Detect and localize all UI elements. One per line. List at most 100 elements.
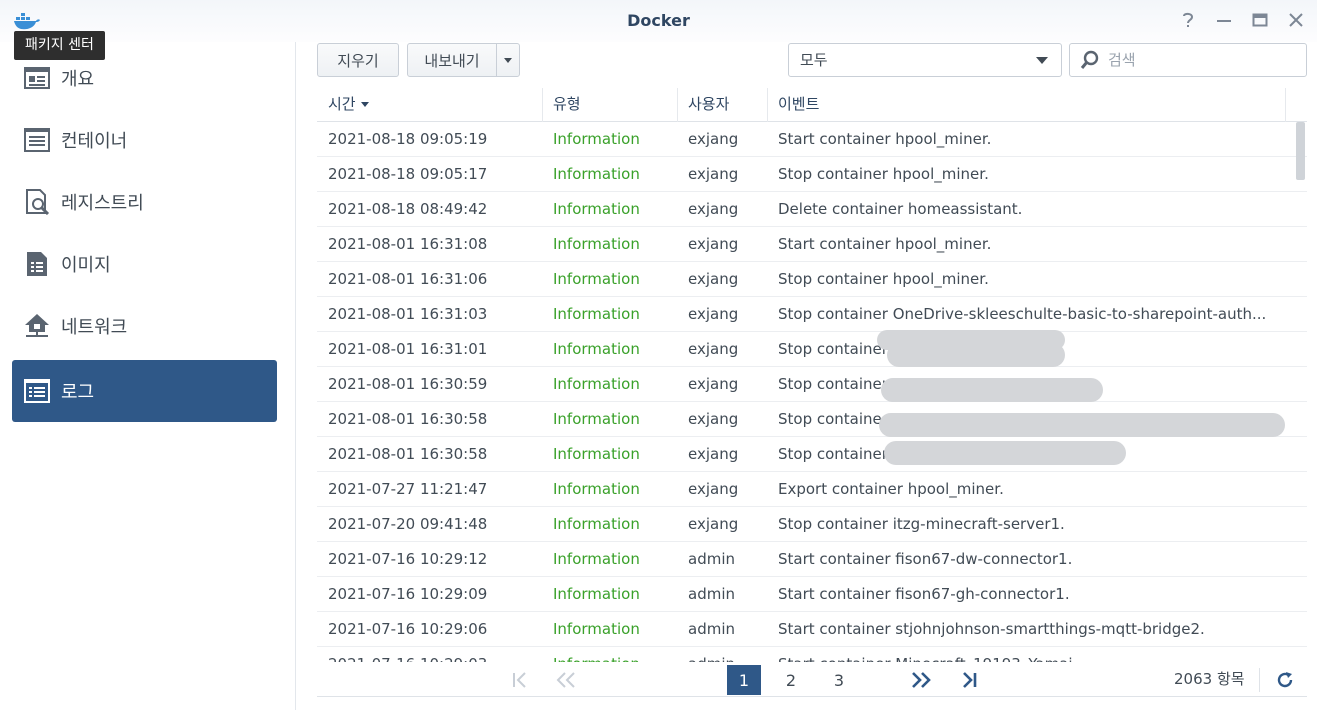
scrollbar-thumb[interactable] (1296, 122, 1305, 180)
log-type: Information (553, 550, 640, 568)
export-dropdown-button[interactable] (496, 43, 520, 77)
package-center-tooltip: 패키지 센터 (14, 31, 105, 60)
redacted-text (884, 441, 1126, 465)
table-row[interactable]: 2021-07-16 10:29:03 Information admin Start… (317, 647, 1307, 662)
table-row[interactable]: 2021-08-01 16:31:08 Information exjang Star… (317, 227, 1307, 262)
log-type: Information (553, 445, 640, 463)
redacted-text (881, 378, 1103, 402)
table-row[interactable]: 2021-07-16 10:29:06 Information admin Start… (317, 612, 1307, 647)
column-header-type[interactable]: 유형 (542, 88, 581, 122)
log-user: admin (688, 620, 735, 638)
caret-down-icon (504, 57, 512, 63)
image-icon (23, 251, 51, 277)
column-header-event[interactable]: 이벤트 (767, 88, 819, 122)
minimize-icon[interactable] (1215, 10, 1233, 30)
refresh-icon[interactable] (1272, 667, 1298, 693)
overview-icon (23, 65, 51, 91)
previous-page-icon[interactable] (551, 665, 581, 695)
log-table-header: 시간 유형 사용자 이벤트 (317, 88, 1307, 122)
column-header-user[interactable]: 사용자 (677, 88, 729, 122)
log-user: exjang (688, 480, 739, 498)
last-page-icon[interactable] (954, 665, 984, 695)
clear-button[interactable]: 지우기 (317, 43, 399, 77)
registry-icon (23, 189, 51, 215)
log-user: exjang (688, 340, 739, 358)
sidebar-item-label: 개요 (61, 69, 95, 90)
table-row[interactable]: 2021-07-20 09:41:48 Information exjang Stop… (317, 507, 1307, 542)
sidebar-item-log[interactable]: 로그 (12, 360, 277, 422)
sidebar-item-image[interactable]: 이미지 (12, 233, 277, 295)
page-1-button[interactable]: 1 (727, 665, 761, 695)
log-event: Start container Minecraft_19193_Yamai (778, 647, 1268, 662)
log-time: 2021-08-01 16:30:58 (328, 410, 488, 428)
log-user: exjang (688, 305, 739, 323)
log-time: 2021-08-01 16:31:01 (328, 340, 488, 358)
maximize-icon[interactable] (1251, 10, 1269, 30)
log-type: Information (553, 270, 640, 288)
log-icon (23, 378, 51, 404)
help-icon[interactable] (1179, 10, 1197, 30)
table-row[interactable]: 2021-08-01 16:31:01 Information exjang Stop… (317, 330, 1307, 367)
log-event: Stop container hpool_miner. (778, 270, 989, 288)
log-type: Information (553, 200, 640, 218)
log-event: Start container fison67-gh-connector1. (778, 585, 1070, 603)
sidebar-item-network[interactable]: 네트워크 (12, 295, 277, 357)
log-user: exjang (688, 445, 739, 463)
table-row[interactable]: 2021-07-16 10:29:12 Information admin Start… (317, 542, 1307, 577)
column-header-time[interactable]: 시간 (317, 88, 369, 122)
log-type: Information (553, 375, 640, 393)
log-time: 2021-07-16 10:29:09 (328, 585, 488, 603)
table-row[interactable]: 2021-08-18 08:49:42 Information exjang Dele… (317, 192, 1307, 227)
sidebar-item-container[interactable]: 컨테이너 (12, 109, 277, 171)
log-event: Stop container OneDrive-skleeschulte-bas… (778, 305, 1267, 323)
table-row[interactable]: 2021-08-18 09:05:17 Information exjang Stop… (317, 157, 1307, 192)
log-user: admin (688, 647, 768, 662)
log-table-body: 2021-08-18 09:05:19 Information exjang Star… (317, 122, 1307, 662)
log-type: Information (553, 620, 640, 638)
total-items-count: 2063 항목 (1174, 670, 1245, 688)
log-time: 2021-08-01 16:30:59 (328, 375, 488, 393)
search-box[interactable] (1069, 43, 1307, 77)
redacted-text (877, 330, 1065, 350)
dropdown-arrow-icon (1036, 57, 1048, 64)
first-page-icon[interactable] (505, 665, 535, 695)
sidebar-item-label: 로그 (61, 382, 95, 403)
table-row[interactable]: 2021-08-01 16:30:58 Information exjang Stop… (317, 437, 1307, 472)
table-row[interactable]: 2021-07-16 10:29:09 Information admin Start… (317, 577, 1307, 612)
table-row[interactable]: 2021-08-18 09:05:19 Information exjang Star… (317, 122, 1307, 157)
log-time: 2021-08-01 16:31:03 (328, 305, 488, 323)
page-2-button[interactable]: 2 (774, 665, 808, 695)
log-user: exjang (688, 130, 739, 148)
sidebar-item-label: 레지스트리 (61, 193, 144, 214)
search-input[interactable] (1108, 51, 1298, 69)
search-icon (1080, 50, 1099, 69)
export-button[interactable]: 내보내기 (407, 43, 497, 77)
network-icon (23, 313, 51, 339)
log-time: 2021-08-18 08:49:42 (328, 200, 488, 218)
log-time: 2021-07-16 10:29:12 (328, 550, 488, 568)
log-time: 2021-07-20 09:41:48 (328, 515, 488, 533)
sidebar-item-registry[interactable]: 레지스트리 (12, 171, 277, 233)
log-user: exjang (688, 165, 739, 183)
sort-desc-icon (360, 102, 369, 107)
sidebar-item-label: 컨테이너 (61, 131, 128, 152)
log-user: admin (688, 585, 735, 603)
redacted-text (879, 413, 1285, 437)
log-event: Start container stjohnjohnson-smartthing… (778, 620, 1205, 638)
table-row[interactable]: 2021-07-27 11:21:47 Information exjang Expo… (317, 472, 1307, 507)
log-filter-select[interactable]: 모두 (788, 43, 1062, 77)
log-event: Start container hpool_miner. (778, 235, 992, 253)
next-page-icon[interactable] (906, 665, 936, 695)
table-row[interactable]: 2021-08-01 16:30:58 Information exjang Stop… (317, 402, 1307, 437)
table-row[interactable]: 2021-08-01 16:31:03 Information exjang Stop… (317, 297, 1307, 332)
close-icon[interactable] (1287, 10, 1305, 30)
log-event: Start container hpool_miner. (778, 130, 992, 148)
log-time: 2021-08-01 16:31:06 (328, 270, 488, 288)
table-row[interactable]: 2021-08-01 16:31:06 Information exjang Stop… (317, 262, 1307, 297)
page-3-button[interactable]: 3 (822, 665, 856, 695)
log-time: 2021-08-18 09:05:19 (328, 130, 488, 148)
sidebar: 개요 컨테이너 레지스트리 이미지 네트워크 로그 (0, 42, 296, 710)
log-user: exjang (688, 200, 739, 218)
table-row[interactable]: 2021-08-01 16:30:59 Information exjang Stop… (317, 367, 1307, 402)
app-title: Docker (627, 11, 690, 30)
